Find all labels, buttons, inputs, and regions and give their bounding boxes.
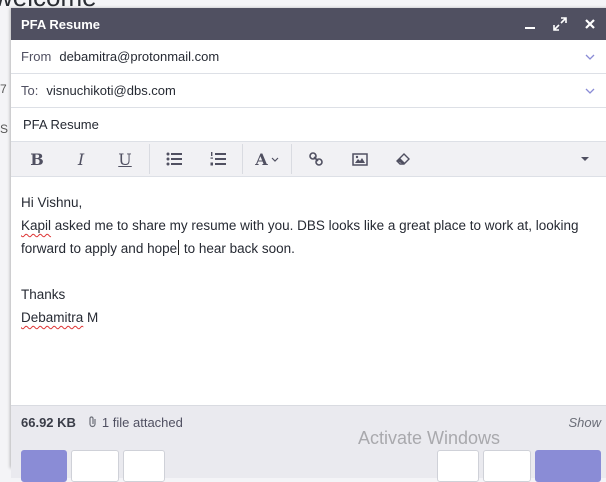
body-text: asked me to share my resume with you. DB… <box>51 218 579 233</box>
image-button[interactable] <box>338 144 382 174</box>
text-cursor <box>178 240 180 255</box>
action-button[interactable] <box>71 450 119 482</box>
paperclip-icon <box>88 416 98 428</box>
bold-button[interactable]: B <box>15 144 59 174</box>
subject-value[interactable]: PFA Resume <box>23 117 99 132</box>
expand-button[interactable] <box>549 13 571 35</box>
link-icon <box>309 152 323 166</box>
image-icon <box>352 152 368 166</box>
bold-icon: B <box>30 149 44 169</box>
body-text: forward to apply and hope <box>21 241 178 256</box>
misspelled-word: Kapil <box>21 218 52 233</box>
link-button[interactable] <box>294 144 338 174</box>
close-icon <box>585 19 595 29</box>
body-line: forward to apply and hope to hear back s… <box>21 237 601 260</box>
eraser-button[interactable] <box>382 144 426 174</box>
body-text: to hear back soon. <box>180 241 295 256</box>
subject-field[interactable]: PFA Resume <box>11 108 606 142</box>
close-button[interactable] <box>579 13 601 35</box>
misspelled-word: Debamitra <box>21 310 84 325</box>
more-options-button[interactable] <box>563 144 606 174</box>
minimize-button[interactable] <box>519 13 541 35</box>
background-fragment: 7 <box>0 82 7 96</box>
action-bar <box>11 438 606 482</box>
composer-window: PFA Resume From debamitra@protonmail.com… <box>11 8 606 482</box>
numbered-list-button[interactable] <box>196 144 240 174</box>
numbered-list-icon <box>210 152 226 166</box>
font-button[interactable]: A <box>245 144 289 174</box>
font-icon: A <box>255 149 268 169</box>
minimize-icon <box>525 27 535 29</box>
show-attachments-link[interactable]: Show <box>568 415 601 430</box>
body-line: Kapil asked me to share my resume with y… <box>21 214 601 237</box>
chevron-down-icon <box>585 54 595 60</box>
attachment-bar: 66.92 KB 1 file attached Show <box>11 405 606 438</box>
to-field[interactable]: To: visnuchikoti@dbs.com <box>11 74 606 108</box>
signature-line: Debamitra M <box>21 306 601 329</box>
format-toolbar: B I U A <box>11 142 606 177</box>
from-label: From <box>21 49 52 64</box>
more-icon <box>581 157 589 161</box>
composer-title: PFA Resume <box>21 16 100 32</box>
background-fragment: S <box>0 122 9 136</box>
underline-button[interactable]: U <box>103 144 147 174</box>
toolbar-divider <box>149 144 150 174</box>
from-field[interactable]: From debamitra@protonmail.com <box>11 40 606 74</box>
underline-icon: U <box>118 149 132 169</box>
action-button[interactable] <box>21 450 67 482</box>
attachment-size: 66.92 KB <box>21 414 76 430</box>
action-button[interactable] <box>437 450 479 482</box>
eraser-icon <box>396 153 410 165</box>
bullet-list-icon <box>166 152 182 166</box>
chevron-down-icon <box>271 157 279 162</box>
from-value[interactable]: debamitra@protonmail.com <box>59 49 583 64</box>
attachment-count: 1 file attached <box>101 414 183 430</box>
bullet-list-button[interactable] <box>152 144 196 174</box>
to-value[interactable]: visnuchikoti@dbs.com <box>46 83 583 98</box>
chevron-down-icon <box>585 88 595 94</box>
greeting-line: Hi Vishnu, <box>21 195 83 210</box>
closing-line: Thanks <box>21 287 66 302</box>
from-dropdown[interactable] <box>583 54 597 60</box>
signature-text: M <box>83 310 99 325</box>
action-button[interactable] <box>123 450 165 482</box>
italic-button[interactable]: I <box>59 144 103 174</box>
attachment-info: 1 file attached <box>88 415 569 430</box>
send-button[interactable] <box>535 450 601 482</box>
expand-icon <box>553 17 567 31</box>
to-label: To: <box>21 83 39 98</box>
message-body[interactable]: Hi Vishnu, Kapil asked me to share my re… <box>11 177 606 405</box>
toolbar-divider <box>291 144 292 174</box>
italic-icon: I <box>77 149 85 169</box>
composer-titlebar[interactable]: PFA Resume <box>11 8 606 40</box>
action-button[interactable] <box>483 450 531 482</box>
toolbar-divider <box>242 144 243 174</box>
to-dropdown[interactable] <box>583 88 597 94</box>
